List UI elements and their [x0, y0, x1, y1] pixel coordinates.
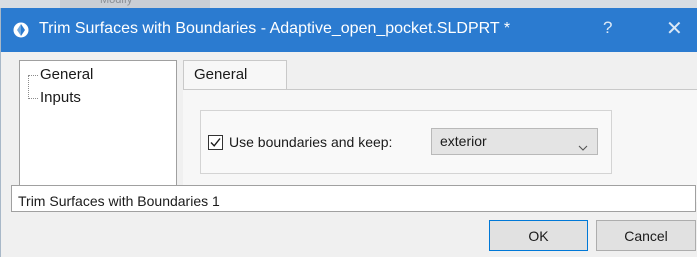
background-window-strip: Modify [0, 0, 697, 8]
trim-surfaces-dialog: Trim Surfaces with Boundaries - Adaptive… [0, 8, 697, 257]
chevron-down-icon [578, 138, 588, 154]
tab-general[interactable]: General [183, 60, 287, 90]
boundaries-group: Use boundaries and keep: exterior [200, 110, 612, 174]
help-button[interactable]: ? [603, 18, 612, 38]
keep-side-value: exterior [440, 133, 487, 149]
checkmark-icon [210, 138, 221, 147]
use-boundaries-checkbox[interactable] [208, 135, 223, 150]
ok-button[interactable]: OK [489, 220, 588, 251]
tree-connector-line [28, 75, 29, 99]
window-title: Trim Surfaces with Boundaries - Adaptive… [39, 20, 511, 37]
tree-item-inputs[interactable]: Inputs [40, 89, 81, 106]
app-icon [13, 22, 29, 38]
tree-connector-line [28, 75, 38, 76]
cancel-button[interactable]: Cancel [596, 220, 696, 251]
navigation-tree: General Inputs [19, 60, 177, 202]
tree-connector-line [28, 98, 38, 99]
tree-item-general[interactable]: General [40, 66, 93, 83]
background-ghost-label: Modify [60, 0, 210, 8]
keep-side-select[interactable]: exterior [431, 128, 598, 155]
tab-area: General Use boundaries and keep: exterio… [183, 60, 697, 202]
feature-name-input[interactable] [11, 185, 696, 212]
close-button[interactable]: ✕ [666, 16, 683, 41]
use-boundaries-label[interactable]: Use boundaries and keep: [229, 134, 392, 150]
title-bar[interactable]: Trim Surfaces with Boundaries - Adaptive… [1, 8, 697, 52]
